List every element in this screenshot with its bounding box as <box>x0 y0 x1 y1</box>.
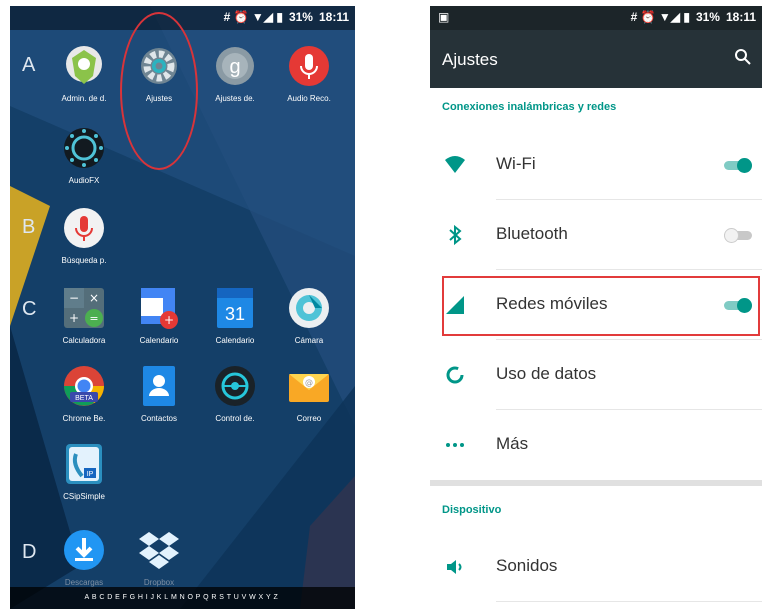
section-letter-a: A <box>22 54 36 76</box>
section-letter-c: C <box>22 298 37 320</box>
settings-row-data-usage[interactable]: Uso de datos <box>430 340 762 410</box>
data-usage-icon <box>444 364 466 386</box>
app-label: Cámara <box>294 336 324 345</box>
app-admin[interactable]: Admin. de d. <box>47 42 121 103</box>
calendar-day: 31 <box>225 304 245 324</box>
status-bar: # ⏰ ▼◢ ▮ 31% 18:11 <box>10 6 355 30</box>
svg-text:+: + <box>69 311 79 325</box>
page-title: Ajustes <box>442 50 498 69</box>
app-correo[interactable]: @ Correo <box>272 362 346 423</box>
camera-icon <box>285 284 333 332</box>
app-descargas[interactable]: Descargas <box>47 526 121 587</box>
app-label: Admin. de d. <box>61 94 107 103</box>
app-label: AudioFX <box>68 176 100 185</box>
settings-row-wifi[interactable]: Wi-Fi <box>430 130 762 200</box>
app-label: Búsqueda p. <box>61 256 107 265</box>
app-label: Calculadora <box>62 336 106 345</box>
app-label: Control de. <box>215 414 255 423</box>
app-label: Contactos <box>140 414 178 423</box>
section-header-wireless: Conexiones inalámbricas y redes <box>442 101 617 113</box>
app-label: Descargas <box>64 578 104 587</box>
app-drawer-screen: # ⏰ ▼◢ ▮ 31% 18:11 A B C D Admin. de d. … <box>10 6 355 609</box>
status-icons: # ⏰ ▼◢ ▮ <box>630 10 690 24</box>
app-label: Correo <box>296 414 322 423</box>
contacts-icon <box>135 362 183 410</box>
app-label: Ajustes de. <box>215 94 255 103</box>
svg-text:×: × <box>89 291 99 305</box>
settings-screen: ▣ # ⏰ ▼◢ ▮ 31% 18:11 Ajustes Conexiones … <box>430 6 762 609</box>
highlight-box <box>442 276 760 336</box>
app-contactos[interactable]: Contactos <box>122 362 196 423</box>
battery-text: 31% <box>695 10 720 24</box>
section-header-device: Dispositivo <box>442 504 502 516</box>
app-chrome-beta[interactable]: BETA Chrome Be. <box>47 362 121 423</box>
svg-text:−: − <box>69 291 79 305</box>
wifi-toggle[interactable] <box>724 158 752 173</box>
app-control[interactable]: Control de. <box>198 362 272 423</box>
app-voice-search[interactable]: Búsqueda p. <box>47 204 121 265</box>
app-label: Calendario <box>215 336 255 345</box>
calendar-plus-icon: + <box>135 284 183 332</box>
app-audio-recorder[interactable]: Audio Reco. <box>272 42 346 103</box>
search-icon[interactable] <box>734 48 752 71</box>
app-calendario-2[interactable]: 31 Calendario <box>198 284 272 345</box>
download-icon <box>60 526 108 574</box>
row-label: Bluetooth <box>496 224 568 243</box>
section-letter-b: B <box>22 216 36 238</box>
svg-text:g: g <box>229 56 240 78</box>
control-icon <box>211 362 259 410</box>
chrome-beta-icon: BETA <box>60 362 108 410</box>
alphabet-index[interactable]: ABCDEFGHIJKLMNOPQRSTUVWXYZ <box>10 587 355 609</box>
sound-icon <box>444 556 466 578</box>
settings-row-more[interactable]: Más <box>430 410 762 480</box>
row-label: Sonidos <box>496 556 558 575</box>
csipsimple-icon: IP <box>60 440 108 488</box>
app-calendario-1[interactable]: + Calendario <box>122 284 196 345</box>
app-label: Dropbox <box>143 578 175 587</box>
app-dropbox[interactable]: Dropbox <box>122 526 196 587</box>
wifi-icon <box>444 154 466 176</box>
calculator-icon: − × + = <box>60 284 108 332</box>
app-label: Audio Reco. <box>287 94 331 103</box>
section-letter-d: D <box>22 541 37 563</box>
highlight-oval <box>120 12 198 170</box>
settings-row-sounds[interactable]: Sonidos <box>430 532 762 602</box>
bluetooth-toggle[interactable] <box>724 228 752 243</box>
android-shield-icon <box>60 42 108 90</box>
mail-icon: @ <box>285 362 333 410</box>
toolbar: Ajustes <box>430 30 762 88</box>
svg-text:@: @ <box>305 378 313 387</box>
app-label: Calendario <box>139 336 179 345</box>
voice-search-icon <box>60 204 108 252</box>
row-label: Uso de datos <box>496 364 597 383</box>
svg-text:=: = <box>89 312 98 325</box>
more-dots-icon <box>444 434 466 456</box>
app-ajustes-google[interactable]: g Ajustes de. <box>198 42 272 103</box>
beta-badge: BETA <box>75 395 93 402</box>
settings-row-bluetooth[interactable]: Bluetooth <box>430 200 762 270</box>
microphone-icon <box>285 42 333 90</box>
ip-badge: IP <box>87 471 94 478</box>
battery-text: 31% <box>288 10 313 24</box>
section-divider <box>430 480 762 486</box>
app-calculadora[interactable]: − × + = Calculadora <box>47 284 121 345</box>
app-label: CSipSimple <box>63 492 105 501</box>
google-settings-icon: g <box>211 42 259 90</box>
app-audiofx[interactable]: AudioFX <box>47 124 121 185</box>
bluetooth-icon <box>444 224 466 246</box>
row-label: Wi-Fi <box>496 154 536 173</box>
clock: 18:11 <box>725 10 756 24</box>
status-icons: # ⏰ ▼◢ ▮ <box>223 10 283 24</box>
notification-icon: ▣ <box>438 10 450 24</box>
row-label: Más <box>496 434 529 453</box>
audiofx-icon <box>60 124 108 172</box>
dropbox-icon <box>135 526 183 574</box>
calendar-31-icon: 31 <box>211 284 259 332</box>
clock: 18:11 <box>318 10 349 24</box>
app-label: Chrome Be. <box>62 414 106 423</box>
svg-text:+: + <box>164 313 174 327</box>
status-bar: ▣ # ⏰ ▼◢ ▮ 31% 18:11 <box>430 6 762 30</box>
app-camara[interactable]: Cámara <box>272 284 346 345</box>
app-csipsimple[interactable]: IP CSipSimple <box>47 440 121 501</box>
